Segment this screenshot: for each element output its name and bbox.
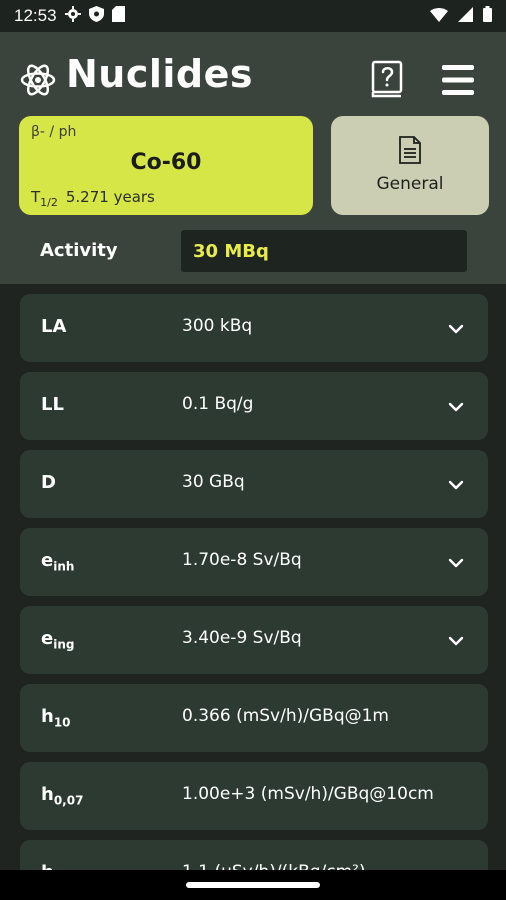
chevron-down-icon[interactable] <box>448 398 464 412</box>
battery-icon <box>483 6 492 26</box>
general-button[interactable]: General <box>331 116 489 215</box>
row-label: eing <box>41 628 75 652</box>
chevron-down-icon[interactable] <box>448 320 464 334</box>
list-item: h 1.1 (μSv/h)/(kBq/cm²) <box>20 840 488 870</box>
general-label: General <box>376 174 444 194</box>
home-gesture-handle[interactable] <box>186 882 320 888</box>
list-item: h10 0.366 (mSv/h)/GBq@1m <box>20 684 488 752</box>
half-life: T1/2 5.271 years <box>31 188 155 209</box>
signal-icon <box>458 6 473 26</box>
nuclide-name: Co-60 <box>130 150 202 175</box>
list-item[interactable]: D 30 GBq <box>20 450 488 518</box>
chevron-down-icon[interactable] <box>448 476 464 490</box>
list-item[interactable]: einh 1.70e-8 Sv/Bq <box>20 528 488 596</box>
row-value: 300 kBq <box>182 316 253 336</box>
chevron-down-icon[interactable] <box>448 632 464 646</box>
row-value: 3.40e-9 Sv/Bq <box>182 628 302 648</box>
activity-input[interactable]: 30 MBq <box>181 230 467 272</box>
half-life-label: T1/2 <box>31 188 58 209</box>
activity-label: Activity <box>40 240 118 261</box>
app-bar: Nuclides <box>0 48 506 112</box>
list-item[interactable]: eing 3.40e-9 Sv/Bq <box>20 606 488 674</box>
half-life-value: 5.271 years <box>65 188 155 206</box>
atom-icon <box>20 62 56 98</box>
sd-card-icon <box>111 6 125 26</box>
property-list: LA 300 kBq LL 0.1 Bq/g D 30 GBq einh 1.7… <box>0 284 506 870</box>
status-time: 12:53 <box>14 6 57 25</box>
row-value: 1.00e+3 (mSv/h)/GBq@10cm <box>182 784 434 804</box>
decay-mode: β- / ph <box>31 124 77 140</box>
row-label: h10 <box>41 706 71 730</box>
row-value: 30 GBq <box>182 472 245 492</box>
shield-icon <box>88 6 104 26</box>
list-item[interactable]: LA 300 kBq <box>20 294 488 362</box>
row-label: LA <box>41 316 67 337</box>
list-item[interactable]: LL 0.1 Bq/g <box>20 372 488 440</box>
row-label: einh <box>41 550 75 574</box>
activity-value: 30 MBq <box>193 240 269 262</box>
row-value: 1.1 (μSv/h)/(kBq/cm²) <box>182 862 366 870</box>
list-item: h0,07 1.00e+3 (mSv/h)/GBq@10cm <box>20 762 488 830</box>
help-book-icon[interactable] <box>370 60 404 98</box>
row-value: 0.1 Bq/g <box>182 394 254 414</box>
row-label: h <box>41 862 54 870</box>
status-bar: 12:53 <box>0 0 506 32</box>
row-value: 1.70e-8 Sv/Bq <box>182 550 302 570</box>
wifi-icon <box>430 7 448 26</box>
gear-icon <box>64 6 81 26</box>
row-value: 0.366 (mSv/h)/GBq@1m <box>182 706 389 726</box>
row-label: LL <box>41 394 64 415</box>
app-title: Nuclides <box>66 52 254 96</box>
document-icon <box>399 136 421 164</box>
row-label: h0,07 <box>41 784 84 808</box>
hamburger-menu-icon[interactable] <box>440 62 476 98</box>
row-label: D <box>41 472 56 493</box>
chevron-down-icon[interactable] <box>448 554 464 568</box>
nuclide-card[interactable]: β- / ph Co-60 T1/2 5.271 years <box>19 116 313 215</box>
